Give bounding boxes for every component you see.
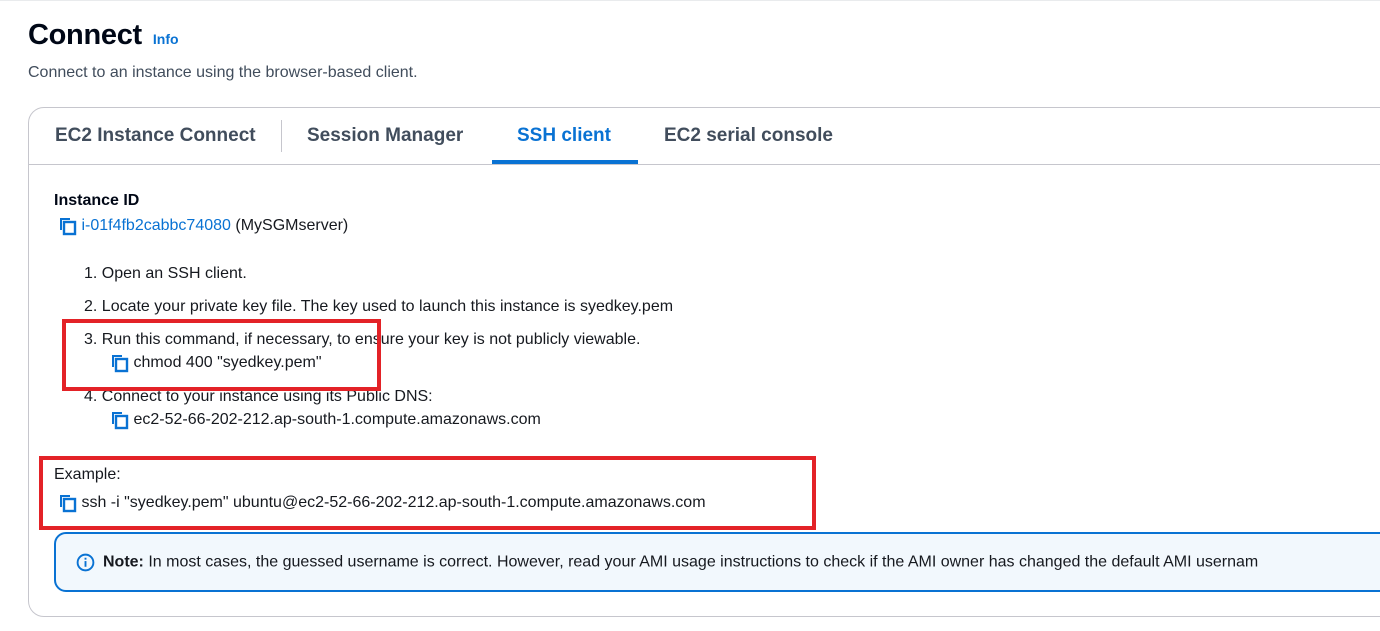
example-command: ssh -i "syedkey.pem" ubuntu@ec2-52-66-20… bbox=[81, 494, 706, 511]
example-command-row: ssh -i "syedkey.pem" ubuntu@ec2-52-66-20… bbox=[57, 493, 706, 513]
page-description: Connect to an instance using the browser… bbox=[28, 64, 418, 81]
tab-ssh-client[interactable]: SSH client bbox=[517, 118, 611, 164]
note-alert: Note: In most cases, the guessed usernam… bbox=[54, 532, 1380, 592]
copy-icon[interactable] bbox=[57, 493, 77, 513]
page-header: Connect Info Connect to an instance usin… bbox=[28, 19, 418, 82]
instance-id-label: Instance ID bbox=[54, 192, 140, 209]
tab-divider bbox=[281, 120, 282, 152]
step-4: 4. Connect to your instance using its Pu… bbox=[84, 388, 433, 405]
title-row: Connect Info bbox=[28, 19, 418, 52]
copy-icon[interactable] bbox=[57, 216, 77, 236]
instance-name: (MySGMserver) bbox=[235, 217, 349, 234]
tab-ec2-serial-console[interactable]: EC2 serial console bbox=[664, 118, 833, 164]
tab-session-manager[interactable]: Session Manager bbox=[307, 118, 463, 164]
note-label: Note: bbox=[103, 553, 144, 571]
public-dns-row: ec2-52-66-202-212.ap-south-1.compute.ama… bbox=[109, 410, 541, 430]
page-title: Connect bbox=[28, 19, 142, 51]
copy-icon[interactable] bbox=[109, 353, 129, 373]
step-3: 3. Run this command, if necessary, to en… bbox=[84, 331, 641, 348]
info-circle-icon bbox=[76, 553, 95, 572]
connect-card: EC2 Instance Connect Session Manager SSH… bbox=[28, 107, 1380, 617]
info-link[interactable]: Info bbox=[153, 31, 179, 47]
tab-bar: EC2 Instance Connect Session Manager SSH… bbox=[29, 108, 1380, 165]
connect-page: Connect Info Connect to an instance usin… bbox=[0, 0, 1380, 631]
instance-id-link[interactable]: i-01f4fb2cabbc74080 bbox=[81, 217, 230, 234]
instance-id-row: i-01f4fb2cabbc74080 (MySGMserver) bbox=[57, 216, 348, 236]
tab-ec2-instance-connect[interactable]: EC2 Instance Connect bbox=[55, 118, 256, 164]
note-text: In most cases, the guessed username is c… bbox=[143, 553, 1259, 571]
chmod-command-row: chmod 400 "syedkey.pem" bbox=[109, 353, 322, 373]
step-2: 2. Locate your private key file. The key… bbox=[84, 298, 674, 315]
chmod-command: chmod 400 "syedkey.pem" bbox=[133, 354, 322, 371]
active-tab-indicator bbox=[492, 160, 638, 164]
public-dns: ec2-52-66-202-212.ap-south-1.compute.ama… bbox=[133, 411, 541, 428]
example-label: Example: bbox=[54, 466, 121, 483]
note-content: Note: In most cases, the guessed usernam… bbox=[76, 553, 1258, 572]
copy-icon[interactable] bbox=[109, 410, 129, 430]
step-1: 1. Open an SSH client. bbox=[84, 265, 247, 282]
